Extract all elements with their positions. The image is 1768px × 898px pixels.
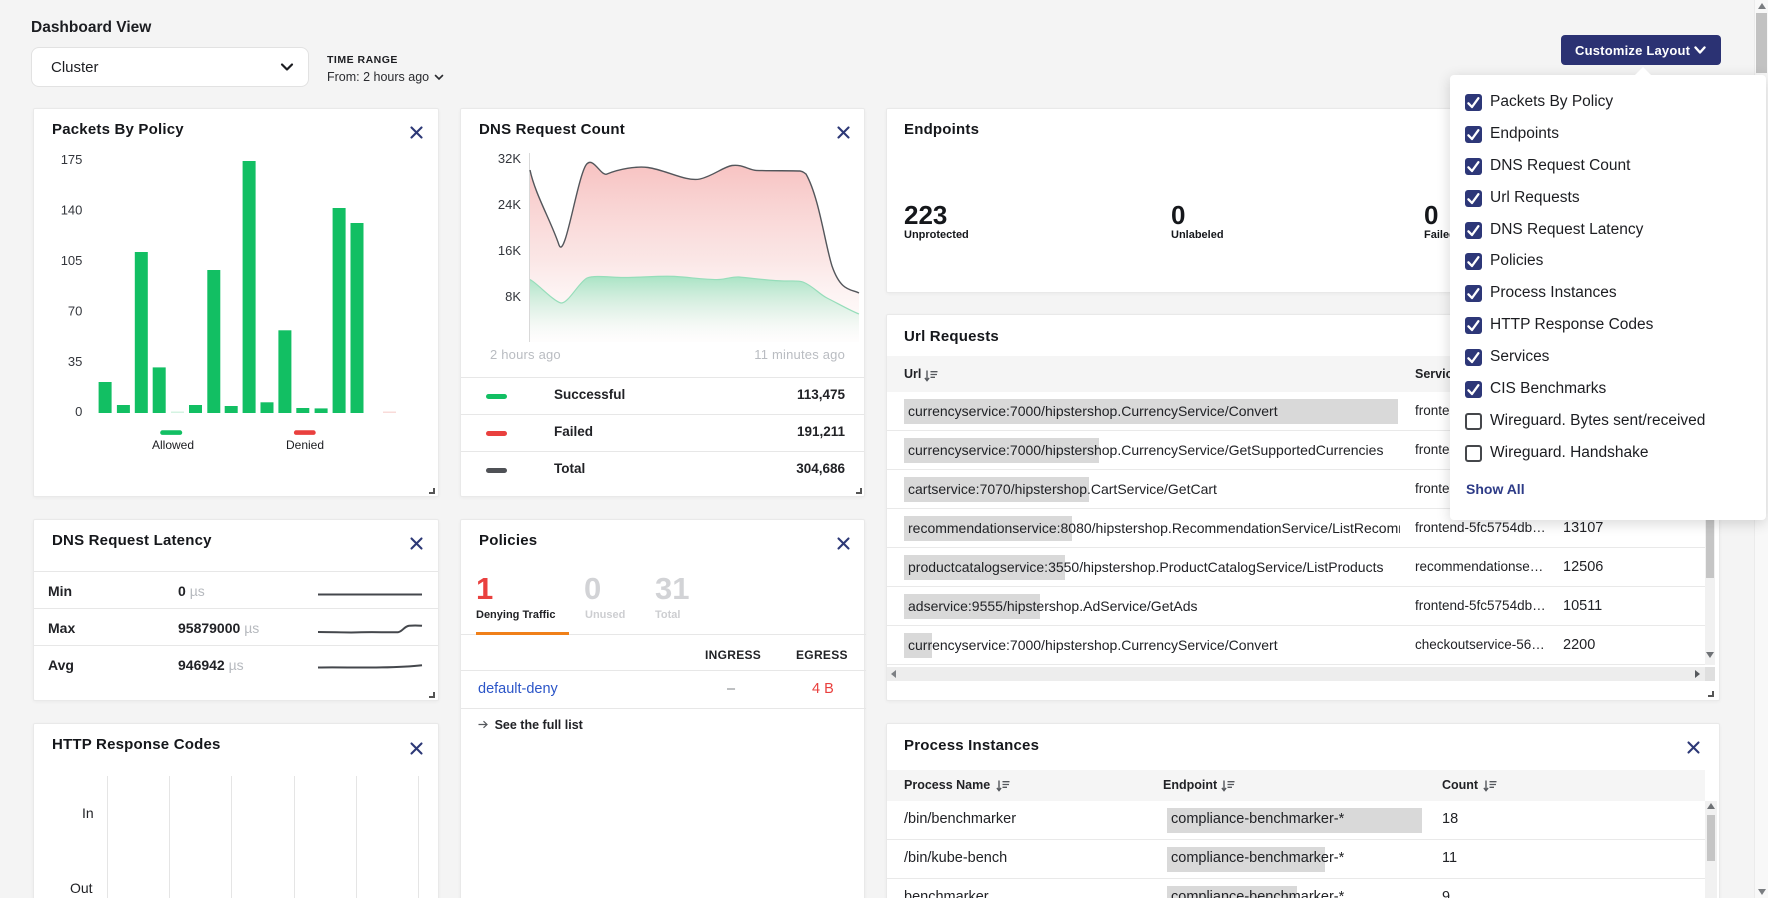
svg-text:24K: 24K — [498, 197, 521, 212]
svg-text:140: 140 — [61, 203, 83, 218]
svg-text:8K: 8K — [505, 289, 521, 304]
svg-text:32K: 32K — [498, 151, 521, 166]
svg-text:175: 175 — [61, 152, 83, 167]
svg-text:Allowed: Allowed — [152, 438, 194, 452]
svg-text:Denied: Denied — [286, 438, 324, 452]
svg-text:105: 105 — [61, 253, 83, 268]
svg-text:0: 0 — [75, 404, 82, 419]
svg-text:35: 35 — [68, 354, 82, 369]
svg-text:70: 70 — [68, 304, 82, 319]
svg-text:16K: 16K — [498, 243, 521, 258]
